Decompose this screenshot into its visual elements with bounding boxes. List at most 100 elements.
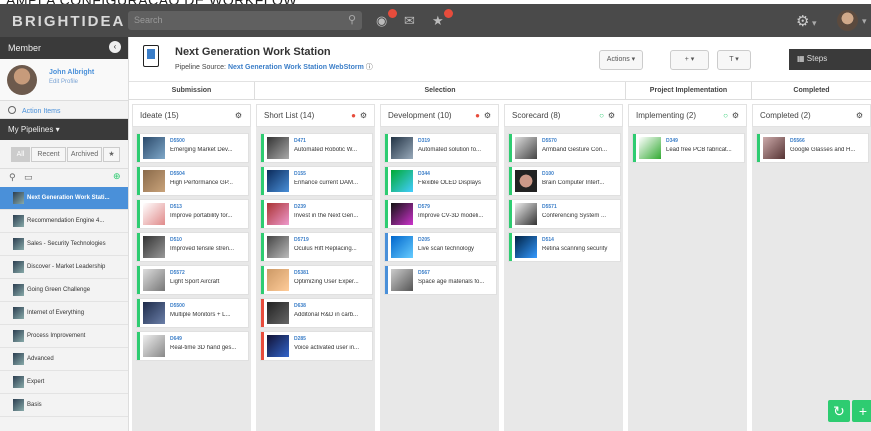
column-settings-icon[interactable]: ⚙ [360, 111, 367, 120]
idea-card[interactable]: D5500 Emerging Market Dev... [137, 134, 248, 162]
add-idea-button[interactable]: + [852, 400, 871, 422]
idea-card[interactable]: D319 Automated solution fo... [385, 134, 496, 162]
alert-icon[interactable]: ● [475, 111, 480, 120]
idea-title: Light Sport Aircraft [170, 279, 220, 285]
idea-card[interactable]: D349 Lead free PCB fabricat... [633, 134, 744, 162]
idea-card[interactable]: D239 Invest in the Next Gen... [261, 200, 372, 228]
idea-thumbnail [391, 137, 413, 159]
idea-title: Space age materials fo... [418, 279, 485, 285]
filter-all-button[interactable]: All [11, 147, 30, 162]
pipeline-label: Basis [27, 402, 42, 408]
idea-card[interactable]: D5504 High Performance GP... [137, 167, 248, 195]
messages-icon[interactable]: ✉ [404, 13, 420, 28]
add-pipeline-icon[interactable]: ⊕ [113, 171, 121, 182]
folder-icon[interactable]: ▭ [24, 172, 33, 183]
pipeline-item-expert[interactable]: Expert [0, 371, 128, 394]
idea-title: Google Glasses and H... [790, 147, 856, 153]
idea-card[interactable]: D514 Retina scanning security [509, 233, 620, 261]
top-navigation-bar: BRIGHTIDEA Search ⚲ ◉ ✉ ★ ⚙ ▾ ▾ [0, 4, 871, 37]
idea-id: D5566 [790, 138, 805, 144]
column-header: Ideate (15) ⚙ [132, 104, 251, 127]
phase-project-implementation: Project Implementation [626, 82, 752, 100]
idea-thumbnail [267, 236, 289, 258]
search-input[interactable]: Search ⚲ [128, 11, 362, 30]
idea-card[interactable]: D638 Additonal R&D in carb... [261, 299, 372, 327]
idea-thumbnail [391, 170, 413, 192]
pipeline-item-going-green[interactable]: Going Green Challenge [0, 279, 128, 302]
search-icon[interactable]: ⚲ [9, 172, 16, 183]
column-settings-icon[interactable]: ⚙ [732, 111, 739, 120]
filter-button[interactable]: T ▾ [717, 50, 751, 70]
status-ok-icon[interactable]: ○ [599, 111, 604, 120]
settings-gear-icon[interactable]: ⚙ ▾ [796, 12, 816, 30]
column-settings-icon[interactable]: ⚙ [484, 111, 491, 120]
pipeline-source-link[interactable]: Next Generation Work Station WebStorm [228, 64, 364, 71]
action-items-link[interactable]: Action Items [0, 101, 128, 119]
steps-label: Steps [806, 54, 828, 63]
pipeline-item-recommendation[interactable]: Recommendation Engine 4... [0, 210, 128, 233]
idea-thumbnail [267, 203, 289, 225]
idea-card[interactable]: D344 Flexible OLED Displays [385, 167, 496, 195]
idea-id: D344 [418, 171, 430, 177]
status-ok-icon[interactable]: ○ [723, 111, 728, 120]
ideas-icon[interactable]: ★ [432, 9, 453, 28]
idea-card[interactable]: D513 Improve portability for... [137, 200, 248, 228]
idea-card[interactable]: D471 Automated Robotic W... [261, 134, 372, 162]
idea-id: D155 [294, 171, 306, 177]
pipeline-item-advanced[interactable]: Advanced [0, 348, 128, 371]
brand-logo[interactable]: BRIGHTIDEA [12, 13, 125, 30]
idea-card[interactable]: D5381 Optimizing User Exper... [261, 266, 372, 294]
column-settings-icon[interactable]: ⚙ [856, 111, 863, 120]
column-title: Scorecard (8) [512, 111, 561, 120]
alert-icon[interactable]: ● [351, 111, 356, 120]
actions-button[interactable]: Actions ▾ [599, 50, 643, 70]
idea-card[interactable]: D5500 Multiple Monitors + L... [137, 299, 248, 327]
pipeline-item-discover[interactable]: Discover - Market Leadership [0, 256, 128, 279]
pipeline-item-process[interactable]: Process Improvement [0, 325, 128, 348]
notifications-icon[interactable]: ◉ [376, 9, 397, 28]
idea-card[interactable]: D155 Enhance current DAM... [261, 167, 372, 195]
pipeline-label: Recommendation Engine 4... [27, 218, 105, 224]
idea-thumbnail [639, 137, 661, 159]
user-avatar[interactable] [837, 10, 858, 31]
column-settings-icon[interactable]: ⚙ [235, 111, 242, 120]
idea-card[interactable]: D649 Real-time 3D hand ges... [137, 332, 248, 360]
filter-archived-button[interactable]: Archived [67, 147, 102, 162]
add-button[interactable]: + ▾ [670, 50, 709, 70]
idea-card[interactable]: D5571 Conferencing System ... [509, 200, 620, 228]
profile-avatar[interactable] [7, 65, 37, 95]
idea-card[interactable]: D5570 Armband Gesture Con... [509, 134, 620, 162]
info-icon[interactable]: ⓘ [366, 64, 373, 71]
idea-card[interactable]: D510 Improved tensile stren... [137, 233, 248, 261]
pipeline-item-internet[interactable]: Internet of Everything [0, 302, 128, 325]
idea-title: Lead free PCB fabricat... [666, 147, 732, 153]
column-header: Completed (2) ⚙ [752, 104, 871, 127]
profile-name[interactable]: John Albright [49, 69, 94, 76]
search-icon[interactable]: ⚲ [348, 13, 356, 26]
pipeline-label: Sales - Security Technologies [27, 241, 106, 247]
idea-card[interactable]: D567 Space age materials fo... [385, 266, 496, 294]
idea-thumbnail [391, 236, 413, 258]
idea-card[interactable]: D285 Voice activated user in... [261, 332, 372, 360]
collapse-icon[interactable]: ‹ [109, 41, 121, 53]
idea-card[interactable]: D579 Improve CV-3D modeli... [385, 200, 496, 228]
steps-panel-button[interactable]: ▦ Steps [789, 49, 871, 70]
idea-card[interactable]: D5572 Light Sport Aircraft [137, 266, 248, 294]
pipeline-icon [143, 45, 159, 67]
idea-card[interactable]: D5566 Google Glasses and H... [757, 134, 868, 162]
star-icon[interactable]: ★ [103, 147, 120, 162]
app-root: { "caption": "AMPLA CONFIGURAÇÃO DE WORK… [0, 0, 871, 431]
chevron-down-icon[interactable]: ▾ [862, 16, 867, 27]
filter-recent-button[interactable]: Recent [31, 147, 66, 162]
my-pipelines-dropdown[interactable]: My Pipelines ▾ [0, 119, 128, 140]
pipeline-item-next-generation[interactable]: Next Generation Work Stati... [0, 187, 128, 210]
refresh-button[interactable]: ↻ [828, 400, 850, 422]
pipeline-item-basis[interactable]: Basis [0, 394, 128, 417]
idea-card[interactable]: D205 Live scan technology [385, 233, 496, 261]
pipeline-item-sales[interactable]: Sales - Security Technologies [0, 233, 128, 256]
idea-card[interactable]: D100 Brain Computer Interf... [509, 167, 620, 195]
edit-profile-link[interactable]: Edit Profile [49, 79, 78, 85]
column-settings-icon[interactable]: ⚙ [608, 111, 615, 120]
column-implementing: Implementing (2) ○ ⚙ D349 Lead free PCB fab… [628, 104, 747, 431]
idea-card[interactable]: D5719 Oculus Rift Replacing... [261, 233, 372, 261]
